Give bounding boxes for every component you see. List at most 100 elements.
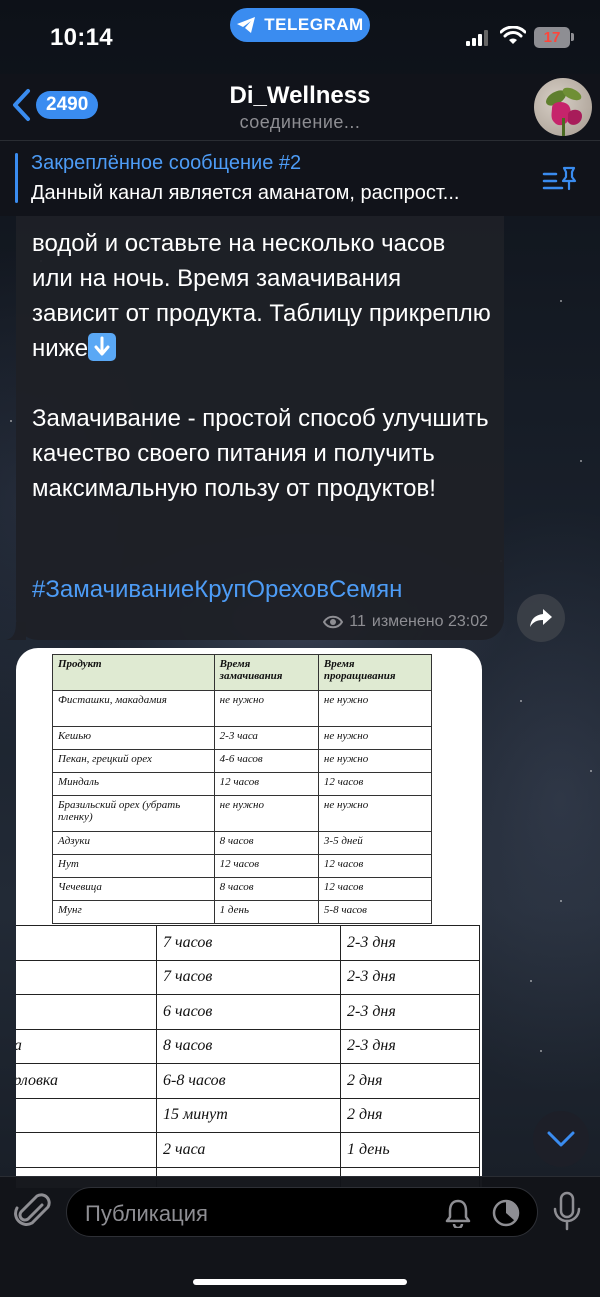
table-row: 15 минут 2 дня — [16, 1097, 480, 1133]
bell-icon[interactable] — [443, 1198, 473, 1228]
table-row: Чечевица 8 часов 12 часов — [52, 877, 433, 901]
table-row: ца7 часов2-3 дня — [16, 959, 480, 995]
microphone-icon[interactable] — [552, 1191, 582, 1233]
table-cell: 12 часов — [317, 854, 433, 878]
battery-tip — [571, 33, 574, 41]
message-meta: 11 изменено 23:02 — [323, 613, 488, 631]
telegram-pill-label: TELEGRAM — [264, 15, 364, 34]
table-cell: Бразильский орех (убрать пленку) — [52, 795, 215, 832]
pinned-title: Закреплённое сообщение #2 — [31, 152, 302, 174]
table-cell: не нужно — [213, 795, 319, 832]
edited-time: изменено 23:02 — [371, 613, 488, 630]
view-count: 11 — [349, 613, 366, 630]
table-cell: Фисташки, макадамия — [52, 690, 215, 727]
table-cell: Миндаль — [52, 772, 215, 796]
table-cell: 15 минут — [156, 1097, 341, 1133]
bubble-tail — [6, 622, 26, 640]
table-cell: 2 дня — [340, 1097, 480, 1133]
table-cell: 1 день — [340, 1132, 480, 1168]
table-cell: 7 часов — [156, 959, 341, 995]
table-cell: 12 часов — [317, 877, 433, 901]
table-cell: 4-6 часов — [213, 749, 319, 773]
table-cell: Мунг — [52, 900, 215, 924]
table-cell: Пекан, грецкий орех — [52, 749, 215, 773]
table-cell: 6 часов — [156, 994, 341, 1030]
soaking-table-bottom: 7 часов2-3 дня ца7 часов2-3 дня 6 часов2… — [16, 925, 480, 1188]
wifi-icon — [500, 26, 526, 44]
forward-button[interactable] — [517, 594, 565, 642]
table-header-cell: Продукт — [52, 654, 215, 691]
message-input[interactable]: Публикация — [66, 1187, 538, 1237]
status-bar: 10:14 TELEGRAM 17 — [0, 0, 600, 74]
message-paragraph-2: Замачивание - простой способ улучшить ка… — [32, 405, 489, 502]
table-cell: 5-8 часов — [317, 900, 433, 924]
table-cell: 8 часов — [213, 831, 319, 855]
table-row: 7 часов 2-3 дня — [16, 925, 480, 961]
table-row: Нут 12 часов 12 часов — [52, 854, 433, 878]
table-cell: 2-3 дня — [340, 959, 480, 995]
message-bubble[interactable]: водой и оставьте на несколько часов или … — [16, 216, 504, 640]
table-cell: 6-8 часов — [156, 1063, 341, 1099]
pinned-text: Данный канал является аманатом, распрост… — [31, 182, 460, 204]
cellular-signal-icon — [466, 30, 490, 46]
table-row: 6 часов 2-3 дня — [16, 994, 480, 1030]
hashtag-link[interactable]: #ЗамачиваниеКрупОреховСемян — [32, 576, 402, 604]
table-cell: не нужно — [317, 749, 433, 773]
paperclip-icon[interactable] — [14, 1191, 52, 1233]
pinned-indicator — [15, 153, 18, 203]
timer-icon[interactable] — [491, 1198, 521, 1228]
table-cell — [16, 1132, 157, 1168]
table-cell: 2 часа — [156, 1132, 341, 1168]
table-cell: 1 день — [213, 900, 319, 924]
table-cell: 8 часов — [156, 1028, 341, 1064]
eye-icon — [323, 615, 344, 629]
table-cell: 12 часов — [213, 854, 319, 878]
battery-icon: 17 — [534, 27, 570, 48]
table-cell — [16, 925, 157, 961]
status-time: 10:14 — [50, 24, 113, 51]
table-row: ь, перловка6-8 часов2 дня — [16, 1063, 480, 1099]
table-row: Бразильский орех (убрать пленку) не нужно… — [52, 795, 433, 832]
table-cell: ца — [16, 959, 157, 995]
composer-bar: Публикация — [0, 1176, 600, 1297]
table-row: 2 часа 1 день — [16, 1132, 480, 1168]
message-input-placeholder: Публикация — [85, 1201, 208, 1226]
home-indicator[interactable] — [193, 1279, 407, 1285]
table-cell: не нужно — [317, 690, 433, 727]
table-cell: 8 часов — [213, 877, 319, 901]
table-cell: Кешью — [52, 726, 215, 750]
chevron-down-icon — [547, 1131, 575, 1147]
channel-title[interactable]: Di_Wellness — [0, 82, 600, 110]
table-row: Адзуки 8 часов 3-5 дней — [52, 831, 433, 855]
table-header-row: Продукт Время замачивания Время проращив… — [52, 654, 433, 691]
table-row: Мунг 1 день 5-8 часов — [52, 900, 433, 924]
table-row: полба8 часов2-3 дня — [16, 1028, 480, 1064]
table-cell: Адзуки — [52, 831, 215, 855]
table-cell: 2-3 часа — [213, 726, 319, 750]
table-header-cell: Время замачивания — [213, 654, 319, 691]
table-cell: не нужно — [213, 690, 319, 727]
table-cell: полба — [16, 1028, 157, 1064]
table-cell: 7 часов — [156, 925, 341, 961]
table-row: Пекан, грецкий орех 4-6 часов не нужно — [52, 749, 433, 773]
pinned-message-bar[interactable]: Закреплённое сообщение #2 Данный канал я… — [0, 140, 600, 216]
message-text: водой и оставьте на несколько часов или … — [32, 226, 492, 506]
chat-header: 2490 Di_Wellness соединение... — [0, 74, 600, 140]
table-cell — [16, 994, 157, 1030]
table-cell: ь, перловка — [16, 1063, 157, 1099]
table-cell: 2 дня — [340, 1063, 480, 1099]
image-attachment[interactable]: Продукт Время замачивания Время проращив… — [16, 648, 482, 1188]
table-cell: не нужно — [317, 726, 433, 750]
pin-list-icon[interactable] — [542, 165, 578, 195]
channel-avatar[interactable] — [534, 78, 592, 136]
table-cell: 12 часов — [317, 772, 433, 796]
table-cell: 2-3 дня — [340, 1028, 480, 1064]
table-cell: 2-3 дня — [340, 925, 480, 961]
table-cell: 12 часов — [213, 772, 319, 796]
scroll-to-bottom-button[interactable] — [533, 1111, 589, 1167]
table-cell: Нут — [52, 854, 215, 878]
telegram-pill[interactable]: TELEGRAM — [230, 8, 370, 42]
connection-status: соединение... — [239, 112, 361, 132]
telegram-plane-icon — [237, 17, 256, 33]
flower-avatar-icon — [546, 87, 582, 136]
